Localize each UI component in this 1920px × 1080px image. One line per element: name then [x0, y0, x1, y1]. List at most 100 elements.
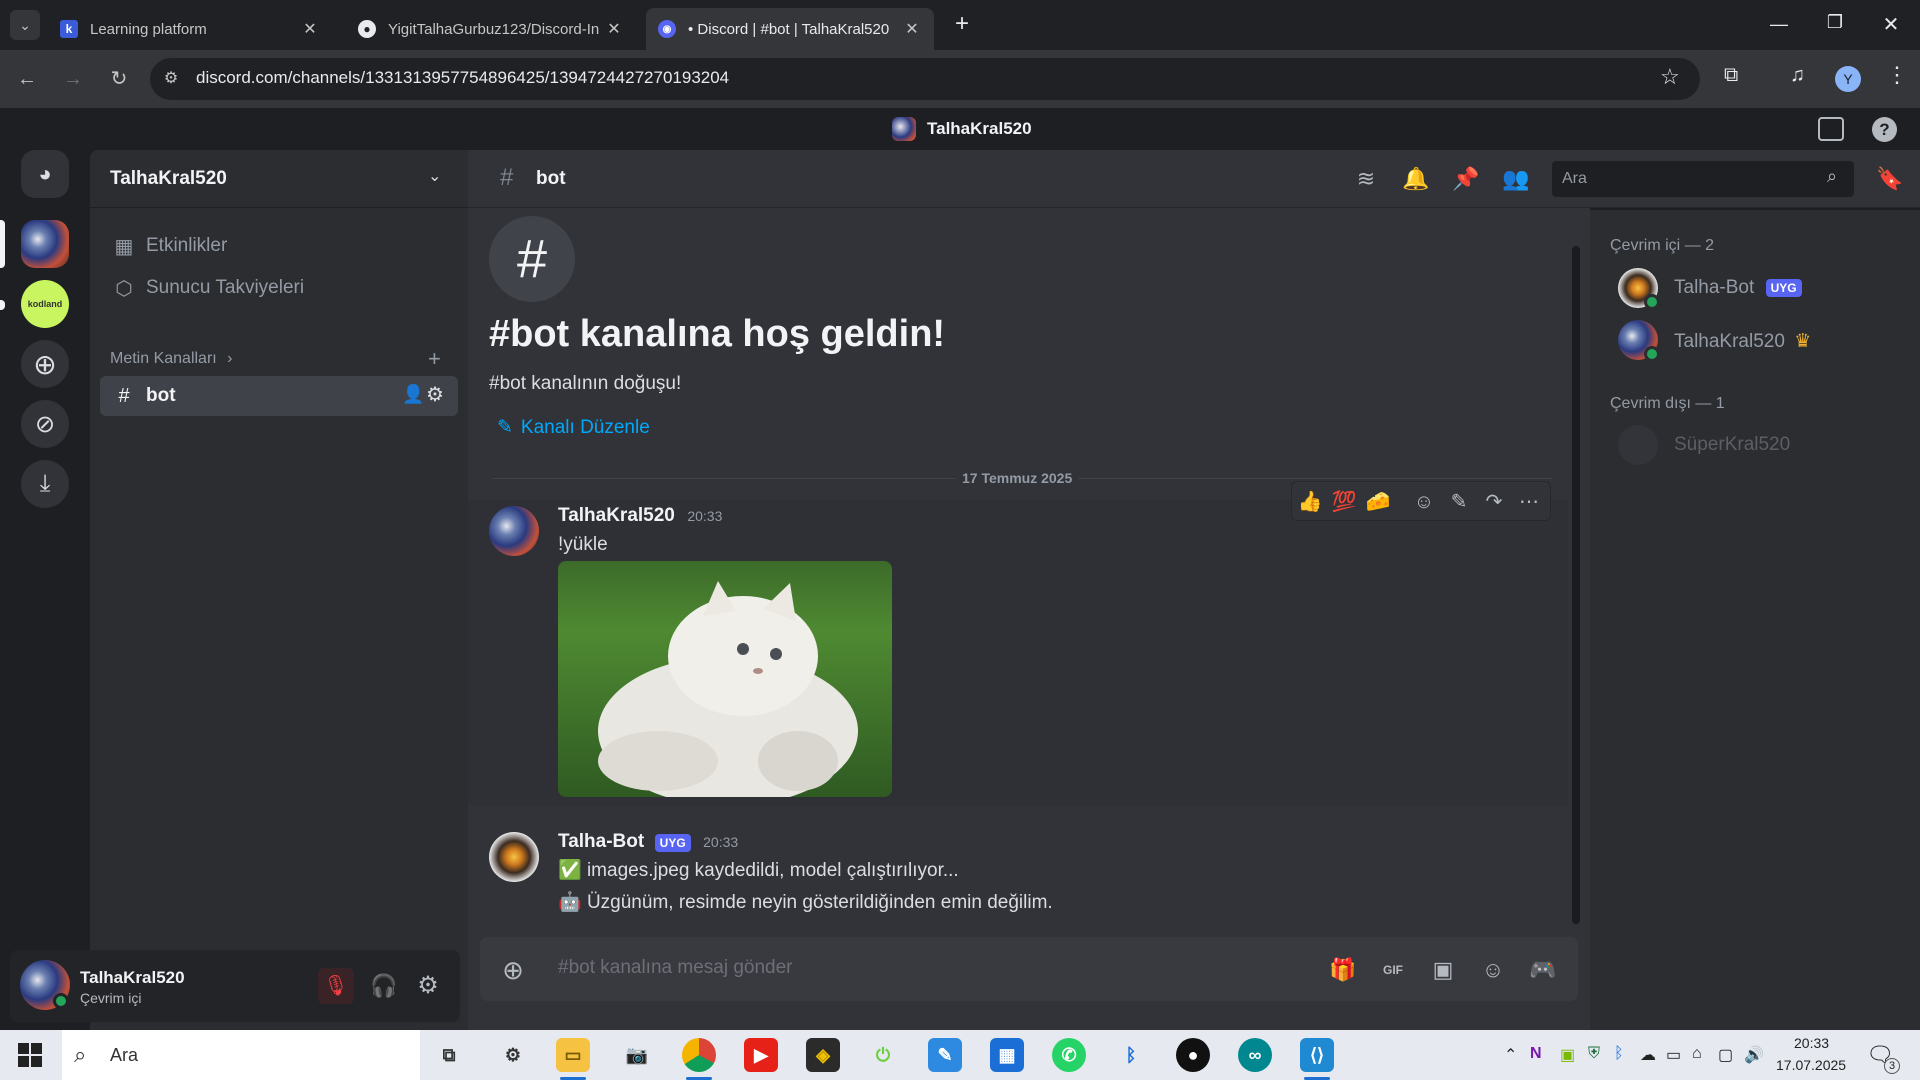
restore-icon[interactable]: ❐	[1820, 12, 1850, 33]
server-icon-kodland[interactable]: kodland	[21, 280, 69, 328]
app-icon[interactable]: ◈	[806, 1038, 840, 1072]
chrome-icon[interactable]	[682, 1038, 716, 1072]
network-icon[interactable]: ⌂	[1692, 1045, 1702, 1063]
sticker-icon[interactable]: ▣	[1428, 955, 1458, 985]
member-item-superkral520[interactable]: SüperKral520	[1674, 434, 1790, 456]
url-text[interactable]: discord.com/channels/1331313957754896425…	[196, 68, 729, 88]
clock-date[interactable]: 17.07.2025	[1776, 1057, 1846, 1073]
tab-discord[interactable]: ◉ • Discord | #bot | TalhaKral520 ✕	[646, 8, 934, 50]
site-info-icon[interactable]: ⚙	[160, 68, 182, 90]
profile-avatar[interactable]: Y	[1835, 66, 1861, 92]
add-reaction-icon[interactable]: ☺	[1410, 488, 1438, 516]
activities-icon[interactable]: 🎮	[1528, 955, 1558, 985]
pin-icon[interactable]: 📌	[1452, 165, 1480, 193]
chevron-up-icon[interactable]: ⌃	[1504, 1045, 1517, 1065]
gear-icon[interactable]: ⚙	[426, 382, 444, 407]
gif-icon[interactable]: GIF	[1378, 955, 1408, 985]
category-header[interactable]: Metin Kanalları ›	[110, 350, 233, 368]
close-window-icon[interactable]: ✕	[1876, 12, 1906, 37]
server-icon-talhakral520[interactable]	[21, 220, 69, 268]
reaction-cheese[interactable]: 🧀	[1364, 488, 1392, 516]
menu-icon[interactable]: ⋮	[1886, 62, 1908, 88]
tab-github[interactable]: ● YigitTalhaGurbuz123/Discord-In ✕	[346, 8, 636, 50]
reaction-100[interactable]: 💯	[1330, 488, 1358, 516]
threads-icon[interactable]: ≋	[1352, 165, 1380, 193]
member-item-talhakral520[interactable]: TalhaKral520 ♛	[1674, 330, 1811, 353]
onedrive-icon[interactable]: ☁	[1640, 1045, 1656, 1065]
file-explorer-icon[interactable]: ▭	[556, 1038, 590, 1072]
clock-time[interactable]: 20:33	[1794, 1035, 1829, 1051]
taskbar-search-input[interactable]: Ara	[62, 1030, 420, 1080]
bookmark-star-icon[interactable]: ☆	[1660, 64, 1680, 90]
bookmark-icon[interactable]: 🔖	[1876, 165, 1904, 193]
arduino-icon[interactable]: ∞	[1238, 1038, 1272, 1072]
chat-scrollbar[interactable]	[1572, 246, 1580, 924]
avatar[interactable]	[489, 506, 539, 556]
gift-icon[interactable]: 🎁	[1328, 955, 1358, 985]
onenote-icon[interactable]: N	[1530, 1045, 1542, 1063]
whatsapp-icon[interactable]: ✆	[1052, 1038, 1086, 1072]
forward-icon[interactable]: ↷	[1480, 488, 1508, 516]
message-input[interactable]: #bot kanalına mesaj gönder	[558, 957, 793, 979]
avatar[interactable]	[1618, 425, 1658, 465]
cat-image-attachment[interactable]	[558, 561, 892, 797]
upload-plus-icon[interactable]: ⊕	[498, 955, 528, 985]
sidebar-item-boosts[interactable]: ⬡ Sunucu Takviyeleri	[100, 268, 458, 308]
camera-icon[interactable]: 📷	[620, 1038, 654, 1072]
discover-icon[interactable]: ⊘	[21, 400, 69, 448]
security-icon[interactable]: ⛨	[1588, 1045, 1600, 1063]
new-tab-button[interactable]: +	[950, 12, 974, 36]
bluetooth-icon[interactable]: ᛒ	[1114, 1038, 1148, 1072]
more-icon[interactable]: ⋯	[1515, 488, 1543, 516]
headphones-icon[interactable]: 🎧	[366, 968, 402, 1004]
meet-icon[interactable]: ▢	[1718, 1045, 1733, 1065]
task-view-icon[interactable]: ⧉	[432, 1038, 466, 1072]
edit-icon[interactable]: ✎	[1445, 488, 1473, 516]
close-icon[interactable]: ✕	[300, 19, 320, 39]
power-icon[interactable]: ⏻	[866, 1038, 900, 1072]
invite-icon[interactable]: 👤	[402, 384, 424, 405]
message-author[interactable]: Talha-Bot	[558, 831, 644, 852]
media-icon[interactable]: ♫	[1790, 64, 1805, 87]
battery-icon[interactable]: ▭	[1666, 1045, 1681, 1065]
close-icon[interactable]: ✕	[902, 19, 922, 39]
member-list-icon[interactable]: 👥	[1502, 165, 1530, 193]
bell-icon[interactable]: 🔔	[1402, 165, 1430, 193]
server-title[interactable]: TalhaKral520	[110, 168, 227, 190]
discord-home-icon[interactable]: ◕	[21, 150, 69, 198]
minimize-icon[interactable]: —	[1764, 14, 1794, 35]
nvidia-icon[interactable]: ▣	[1560, 1045, 1575, 1065]
bluetooth-tray-icon[interactable]: ᛒ	[1614, 1045, 1624, 1063]
emoji-icon[interactable]: ☺	[1478, 955, 1508, 985]
user-settings-icon[interactable]: ⚙	[410, 968, 446, 1004]
help-icon[interactable]: ?	[1872, 117, 1897, 142]
reload-icon[interactable]: ↻	[104, 64, 134, 94]
mute-mic-icon[interactable]: 🎙	[318, 968, 354, 1004]
user-panel-name[interactable]: TalhaKral520	[80, 968, 185, 988]
search-input[interactable]: Ara	[1552, 161, 1854, 197]
extensions-icon[interactable]: ⧉	[1724, 64, 1738, 87]
store-icon[interactable]: ▦	[990, 1038, 1024, 1072]
reaction-thumbs-up[interactable]: 👍	[1296, 488, 1324, 516]
tab-search-button[interactable]: ⌄	[10, 10, 40, 40]
windows-start-icon[interactable]	[18, 1043, 42, 1067]
paint-icon[interactable]: ✎	[928, 1038, 962, 1072]
add-server-icon[interactable]: ⊕	[21, 340, 69, 388]
tab-learning-platform[interactable]: k Learning platform ✕	[48, 8, 332, 50]
forward-icon[interactable]: →	[58, 64, 88, 94]
back-icon[interactable]: ←	[12, 64, 42, 94]
vscode-icon[interactable]: ⟨⟩	[1300, 1038, 1334, 1072]
create-channel-icon[interactable]: +	[428, 346, 441, 372]
avatar[interactable]	[489, 832, 539, 882]
volume-icon[interactable]: 🔊	[1744, 1045, 1764, 1065]
close-icon[interactable]: ✕	[604, 19, 624, 39]
github-icon[interactable]: ●	[1176, 1038, 1210, 1072]
member-item-talha-bot[interactable]: Talha-Bot UYG	[1674, 277, 1802, 299]
inbox-icon[interactable]	[1818, 117, 1844, 141]
edit-channel-link[interactable]: ✎ Kanalı Düzenle	[497, 416, 650, 439]
chevron-down-icon[interactable]: ⌄	[428, 166, 441, 186]
settings-icon[interactable]: ⚙	[496, 1038, 530, 1072]
search-icon[interactable]: ⌕	[1827, 166, 1837, 187]
download-icon[interactable]: ⤓	[21, 460, 69, 508]
sidebar-item-events[interactable]: ▦ Etkinlikler	[100, 226, 458, 266]
